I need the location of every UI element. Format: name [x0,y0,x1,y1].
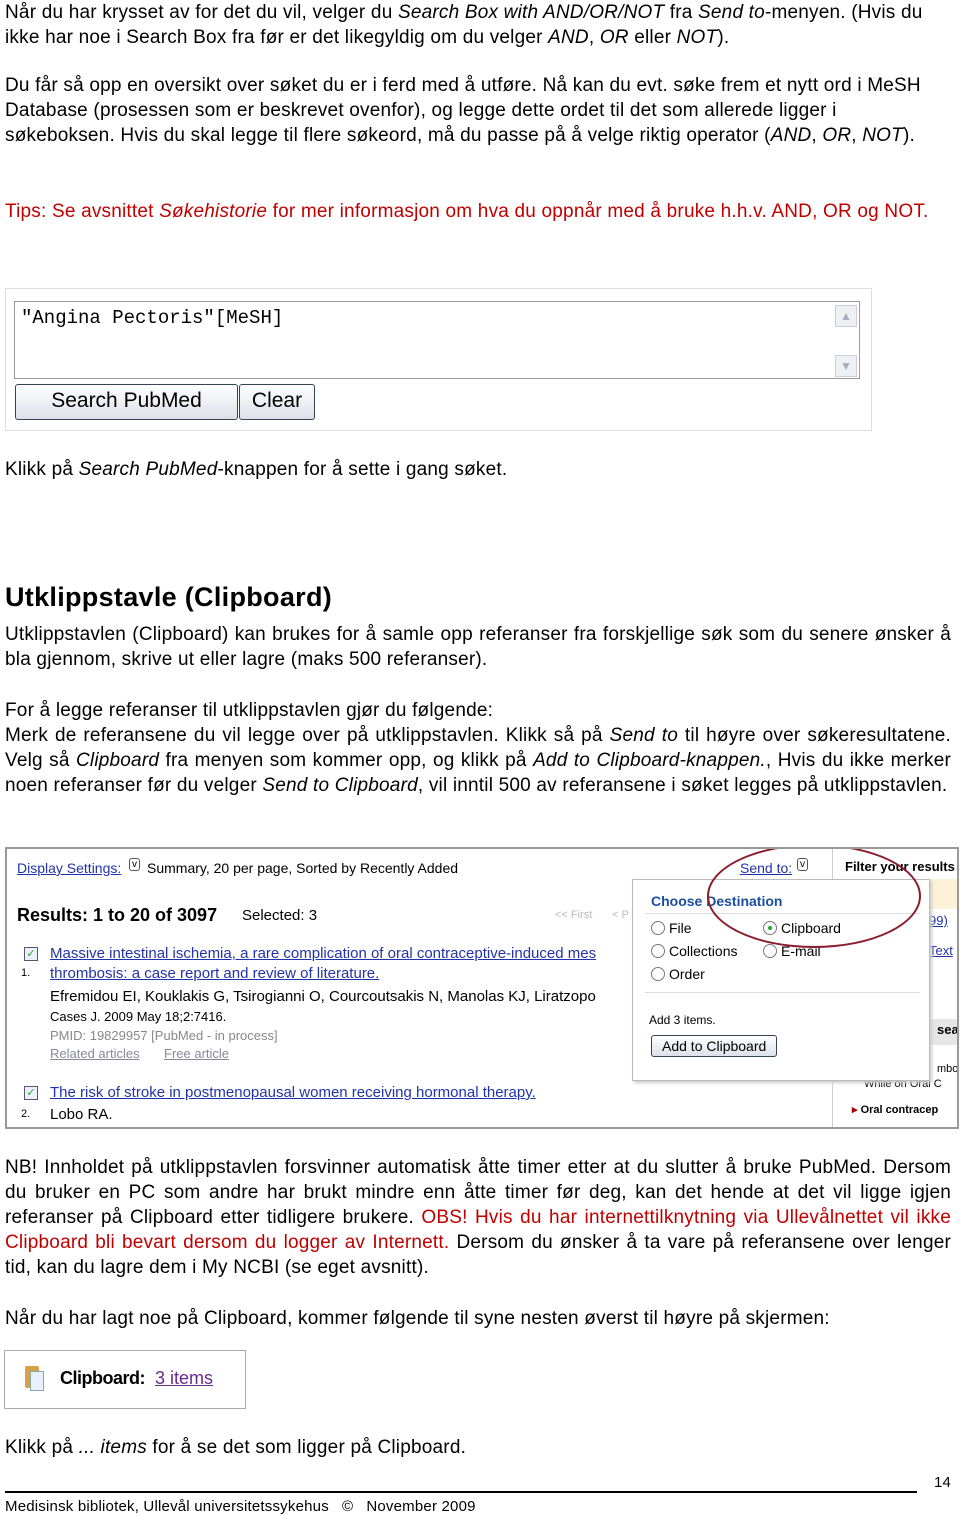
emphasis-text: NOT [862,125,903,146]
scroll-up-icon[interactable]: ▲ [835,305,857,327]
clipboard-label: Clipboard: [60,1368,146,1388]
footer-divider [5,1491,917,1493]
result-title-link[interactable]: Massive intestinal ischemia, a rare comp… [50,945,596,962]
side-text: sea [937,1022,959,1037]
result-pmid: PMID: 19829957 [PubMed - in process] [50,1028,278,1043]
text-segment: , [851,125,863,146]
result-title-link[interactable]: The risk of stroke in postmenopausal wom… [50,1084,536,1101]
emphasis-text: AND [770,125,812,146]
emphasis-text: Clipboard [75,750,160,771]
text-segment: ). [717,27,730,48]
search-query-input[interactable]: "Angina Pectoris"[MeSH] [14,301,860,379]
text-segment: Klikk på [5,1437,79,1458]
emphasis-text: Send to [609,725,678,746]
checkbox-checked[interactable]: ✓ [24,1086,38,1100]
emphasis-text: AND [548,27,589,48]
paragraph: For å legge referanser til utklippstavle… [5,698,951,798]
results-count: Results: 1 to 20 of 3097 [17,905,218,925]
text-segment: , [588,27,600,48]
emphasis-text: Add to Clipboard-knappen. [533,750,766,771]
emphasis-text: Search Box with AND/OR/NOT [397,2,665,23]
text-segment: eller [628,27,677,48]
add-items-text: Add 3 items. [649,1013,716,1027]
paragraph: Utklippstavlen (Clipboard) kan brukes fo… [5,622,951,672]
paragraph: NB! Innholdet på utklippstavlen forsvinn… [5,1155,951,1280]
text-segment: for mer informasjon om hva du oppnår med… [267,201,929,222]
highlight-ellipse [707,849,921,948]
text-segment: for å se det som ligger på Clipboard. [146,1437,467,1458]
checkbox-checked[interactable]: ✓ [24,947,38,961]
filter-link[interactable]: 99) [929,913,948,928]
scroll-down-icon[interactable]: ▼ [835,355,857,377]
text-segment: -knappen for å sette i gang søket. [217,459,508,480]
side-text: mbo [937,1063,959,1075]
emphasis-text: OR [599,27,629,48]
paragraph: Når du har krysset av for det du vil, ve… [5,0,951,50]
chevron-down-icon[interactable]: v [129,858,140,871]
emphasis-text: NOT [676,27,718,48]
clipboard-icon [25,1366,44,1391]
result-title-link[interactable]: thrombosis: a case report and review of … [50,965,379,982]
pubmed-results-screenshot: Display Settings: v Summary, 20 per page… [5,847,959,1129]
emphasis-text: Send to [698,2,765,23]
side-link[interactable]: ▸ Oral contracep [852,1103,938,1116]
clear-button[interactable]: Clear [239,384,315,420]
prev-page-link[interactable]: < P [612,909,629,921]
emphasis-text: ... items [78,1437,147,1458]
text-segment: ). [902,125,915,146]
text-segment: , [811,125,823,146]
result-number: 1. [21,967,31,979]
emphasis-text: Send to Clipboard [262,775,418,796]
free-article-link[interactable]: Free article [164,1046,229,1061]
paragraph: Du får så opp en oversikt over søket du … [5,73,951,148]
search-box-screenshot: "Angina Pectoris"[MeSH] ▲ ▼ Search PubMe… [5,288,872,431]
display-settings-link[interactable]: Display Settings: [17,860,121,876]
paragraph: Når du har lagt noe på Clipboard, kommer… [5,1306,951,1331]
result-journal: Cases J. 2009 May 18;2:7416. [50,1009,227,1024]
radio-order[interactable]: Order [651,966,705,982]
footer-text: Medisinsk bibliotek, Ullevål universitet… [5,1498,476,1514]
first-page-link[interactable]: << First [555,909,592,921]
emphasis-text: Search PubMed [78,459,218,480]
paragraph: Tips: Se avsnittet Søkehistorie for mer … [5,199,951,224]
text-segment: Klikk på [5,459,79,480]
page-number: 14 [934,1474,952,1491]
document-page: Når du har krysset av for det du vil, ve… [0,0,960,1514]
text-segment: fra menyen som kommer opp, og klikk på [159,750,534,771]
result-number: 2. [21,1108,31,1120]
emphasis-text: OR [822,125,852,146]
text-segment: Når du har krysset av for det du vil, ve… [5,2,398,23]
text-segment: Når du har lagt noe på Clipboard, kommer… [5,1308,830,1329]
clipboard-items-link[interactable]: 3 items [155,1368,213,1389]
filter-link[interactable]: Text [929,943,953,958]
clipboard-widget-screenshot: Clipboard: 3 items [4,1350,246,1409]
text-segment: , vil inntil 500 av referansene i søket … [417,775,948,796]
related-articles-link[interactable]: Related articles [50,1046,140,1061]
text-segment: Merk de referansene du vil legge over på… [5,725,610,746]
search-pubmed-button[interactable]: Search PubMed [15,384,238,420]
text-segment: Tips: Se avsnittet [5,201,160,222]
result-authors: Efremidou EI, Kouklakis G, Tsirogianni O… [50,988,596,1005]
text-segment: Utklippstavlen (Clipboard) kan brukes fo… [5,624,951,670]
paragraph: Klikk på Search PubMed-knappen for å set… [5,457,951,482]
result-authors: Lobo RA. [50,1106,113,1123]
radio-file[interactable]: File [651,920,692,936]
add-to-clipboard-button[interactable]: Add to Clipboard [651,1035,778,1057]
text-segment: fra [664,2,699,23]
text-segment: For å legge referanser til utklippstavle… [5,700,494,721]
radio-collections[interactable]: Collections [651,943,737,959]
display-settings-value: Summary, 20 per page, Sorted by Recently… [147,860,459,876]
selected-count: Selected: 3 [242,907,318,924]
paragraph: Klikk på ... items for å se det som ligg… [5,1435,951,1460]
section-heading: Utklippstavle (Clipboard) [5,582,333,612]
emphasis-text: Søkehistorie [159,201,268,222]
